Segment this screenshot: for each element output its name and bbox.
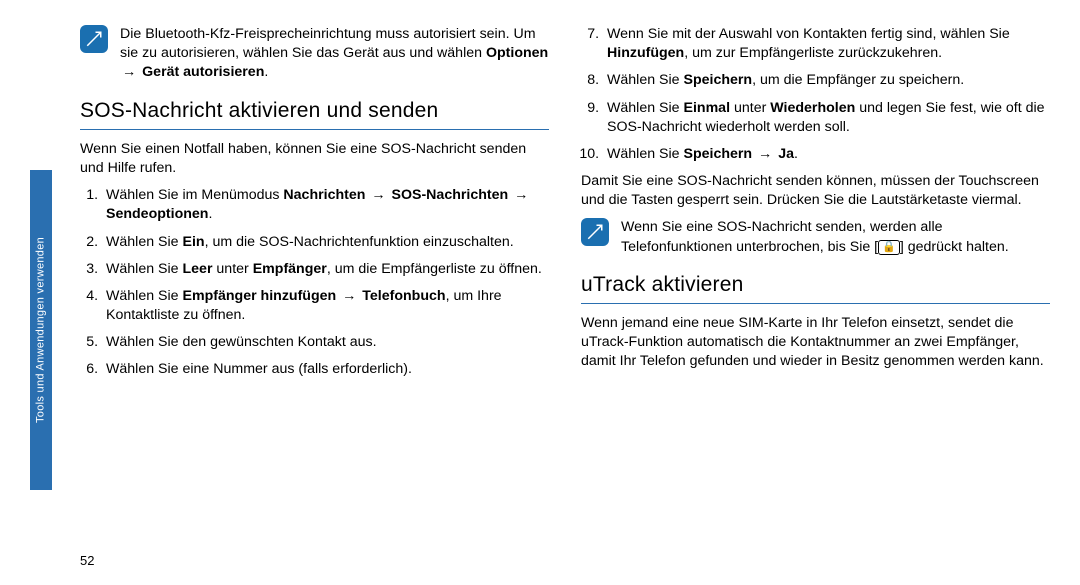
heading-rule [80, 129, 549, 130]
heading-sos: SOS-Nachricht aktivieren und senden [80, 97, 549, 125]
side-tab: Tools und Anwendungen verwenden [30, 170, 52, 490]
step-1: Wählen Sie im Menümodus Nachrichten → SO… [102, 186, 549, 224]
step-5: Wählen Sie den gewünschten Kontakt aus. [102, 333, 549, 352]
note-icon [581, 218, 609, 246]
step-10: Wählen Sie Speichern → Ja. [603, 145, 1050, 164]
note-icon [80, 25, 108, 53]
step-6: Wählen Sie eine Nummer aus (falls erford… [102, 360, 549, 379]
step-7: Wenn Sie mit der Auswahl von Kontakten f… [603, 25, 1050, 63]
lock-instruction: Damit Sie eine SOS-Nachricht senden könn… [581, 172, 1050, 210]
lock-icon: 🔒 [878, 240, 900, 255]
heading-rule [581, 303, 1050, 304]
step-8: Wählen Sie Speichern, um die Empfänger z… [603, 71, 1050, 90]
steps-list-right: Wenn Sie mit der Auswahl von Kontakten f… [581, 25, 1050, 164]
note-block-2: Wenn Sie eine SOS-Nachricht senden, werd… [581, 218, 1050, 256]
note-text: Wenn Sie eine SOS-Nachricht senden, werd… [621, 218, 1050, 256]
page-number: 52 [80, 552, 94, 570]
intro-paragraph: Wenn Sie einen Notfall haben, können Sie… [80, 140, 549, 178]
note-block-1: Die Bluetooth-Kfz-Freisprecheinrichtung … [80, 25, 549, 83]
step-4: Wählen Sie Empfänger hinzufügen → Telefo… [102, 287, 549, 325]
manual-page: Tools und Anwendungen verwenden 52 Die B… [0, 0, 1080, 585]
steps-list-left: Wählen Sie im Menümodus Nachrichten → SO… [80, 186, 549, 379]
left-column: Die Bluetooth-Kfz-Freisprecheinrichtung … [80, 25, 549, 565]
step-9: Wählen Sie Einmal unter Wiederholen und … [603, 99, 1050, 137]
utrack-paragraph: Wenn jemand eine neue SIM-Karte in Ihr T… [581, 314, 1050, 372]
note-text: Die Bluetooth-Kfz-Freisprecheinrichtung … [120, 25, 549, 83]
heading-utrack: uTrack aktivieren [581, 271, 1050, 299]
step-3: Wählen Sie Leer unter Empfänger, um die … [102, 260, 549, 279]
step-2: Wählen Sie Ein, um die SOS-Nachrichtenfu… [102, 233, 549, 252]
right-column: Wenn Sie mit der Auswahl von Kontakten f… [581, 25, 1050, 565]
